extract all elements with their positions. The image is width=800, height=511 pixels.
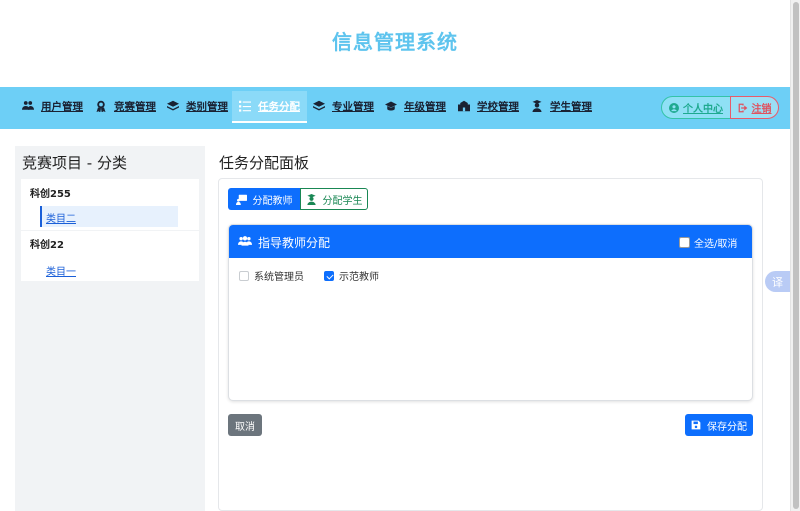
profile-label: 个人中心 xyxy=(683,104,723,115)
nav-label: 类别管理 xyxy=(186,100,228,113)
chalkboard-teacher-icon xyxy=(235,194,247,205)
nav-label: 学校管理 xyxy=(477,100,519,113)
nav-item-grades[interactable]: 年级管理 xyxy=(385,87,446,125)
sidebar-title: 竞赛项目 - 分类 xyxy=(22,154,127,172)
nav-label: 年级管理 xyxy=(404,100,446,113)
nav-item-competitions[interactable]: 竞赛管理 xyxy=(95,87,156,125)
select-all-checkbox[interactable] xyxy=(679,237,690,248)
teacher-option[interactable]: 示范教师 xyxy=(324,268,379,283)
user-graduate-icon xyxy=(306,193,316,205)
select-all-toggle[interactable]: 全选/取消 xyxy=(679,235,737,250)
school-icon xyxy=(458,100,470,112)
save-icon xyxy=(691,420,701,430)
select-all-label: 全选/取消 xyxy=(694,239,738,250)
user-graduate-icon xyxy=(532,100,542,112)
user-circle-icon xyxy=(669,102,679,113)
tab-label: 分配学生 xyxy=(322,195,363,207)
sidebar-category-link[interactable]: 类目二 xyxy=(40,206,178,227)
sidebar-category-link[interactable]: 类目一 xyxy=(46,263,76,278)
teacher-assign-card: 指导教师分配 全选/取消 系统管理员 示范教师 xyxy=(228,224,753,401)
nav-label: 用户管理 xyxy=(41,100,83,113)
nav-item-students[interactable]: 学生管理 xyxy=(531,87,592,125)
layers-icon xyxy=(313,100,325,111)
panel-title: 任务分配面板 xyxy=(219,154,310,172)
tab-assign-teacher[interactable]: 分配教师 xyxy=(228,188,300,210)
graduation-cap-icon xyxy=(385,101,397,111)
list-task-icon xyxy=(239,100,251,112)
award-icon xyxy=(96,100,106,112)
card-header: 指导教师分配 全选/取消 xyxy=(229,225,752,258)
users-icon xyxy=(22,101,34,110)
page-title: 信息管理系统 xyxy=(332,30,458,54)
card-title: 指导教师分配 xyxy=(258,236,331,250)
users-icon xyxy=(238,236,252,246)
teacher-option[interactable]: 系统管理员 xyxy=(239,268,304,283)
tab-assign-student[interactable]: 分配学生 xyxy=(300,188,368,210)
cancel-button[interactable]: 取消 xyxy=(228,414,262,436)
sidebar-group: 科创22 类目一 xyxy=(21,231,199,281)
nav-label: 竞赛管理 xyxy=(114,100,156,113)
profile-button[interactable]: 个人中心 xyxy=(661,96,731,119)
save-label: 保存分配 xyxy=(707,421,747,433)
save-assignment-button[interactable]: 保存分配 xyxy=(685,414,753,436)
teacher-checkbox[interactable] xyxy=(324,270,334,281)
nav-item-users[interactable]: 用户管理 xyxy=(22,87,83,125)
sidebar-group-title: 科创255 xyxy=(30,189,71,200)
scrollbar-thumb[interactable] xyxy=(793,2,799,509)
nav-item-majors[interactable]: 专业管理 xyxy=(313,87,374,125)
layers-icon xyxy=(167,100,179,111)
logout-button[interactable]: 注销 xyxy=(730,96,779,119)
page-scrollbar[interactable] xyxy=(790,0,800,511)
logout-label: 注销 xyxy=(751,104,772,115)
nav-item-task-assignment[interactable]: 任务分配 xyxy=(232,91,307,123)
translate-button[interactable]: 译 xyxy=(765,271,790,292)
nav-item-categories[interactable]: 类别管理 xyxy=(167,87,228,125)
nav-label: 任务分配 xyxy=(258,100,300,113)
nav-label: 学生管理 xyxy=(550,100,592,113)
logout-icon xyxy=(738,103,747,112)
teacher-checkbox[interactable] xyxy=(239,270,249,281)
sidebar: 竞赛项目 - 分类 科创255 类目二 科创22 类目一 xyxy=(15,146,205,511)
teacher-name: 示范教师 xyxy=(339,272,379,283)
page-header: 信息管理系统 xyxy=(0,0,790,87)
teacher-name: 系统管理员 xyxy=(254,272,304,283)
tab-label: 分配教师 xyxy=(252,195,293,207)
sidebar-group-title: 科创22 xyxy=(30,240,64,251)
nav-item-schools[interactable]: 学校管理 xyxy=(458,87,519,125)
nav-label: 专业管理 xyxy=(332,100,374,113)
sidebar-group: 科创255 类目二 xyxy=(21,179,199,230)
